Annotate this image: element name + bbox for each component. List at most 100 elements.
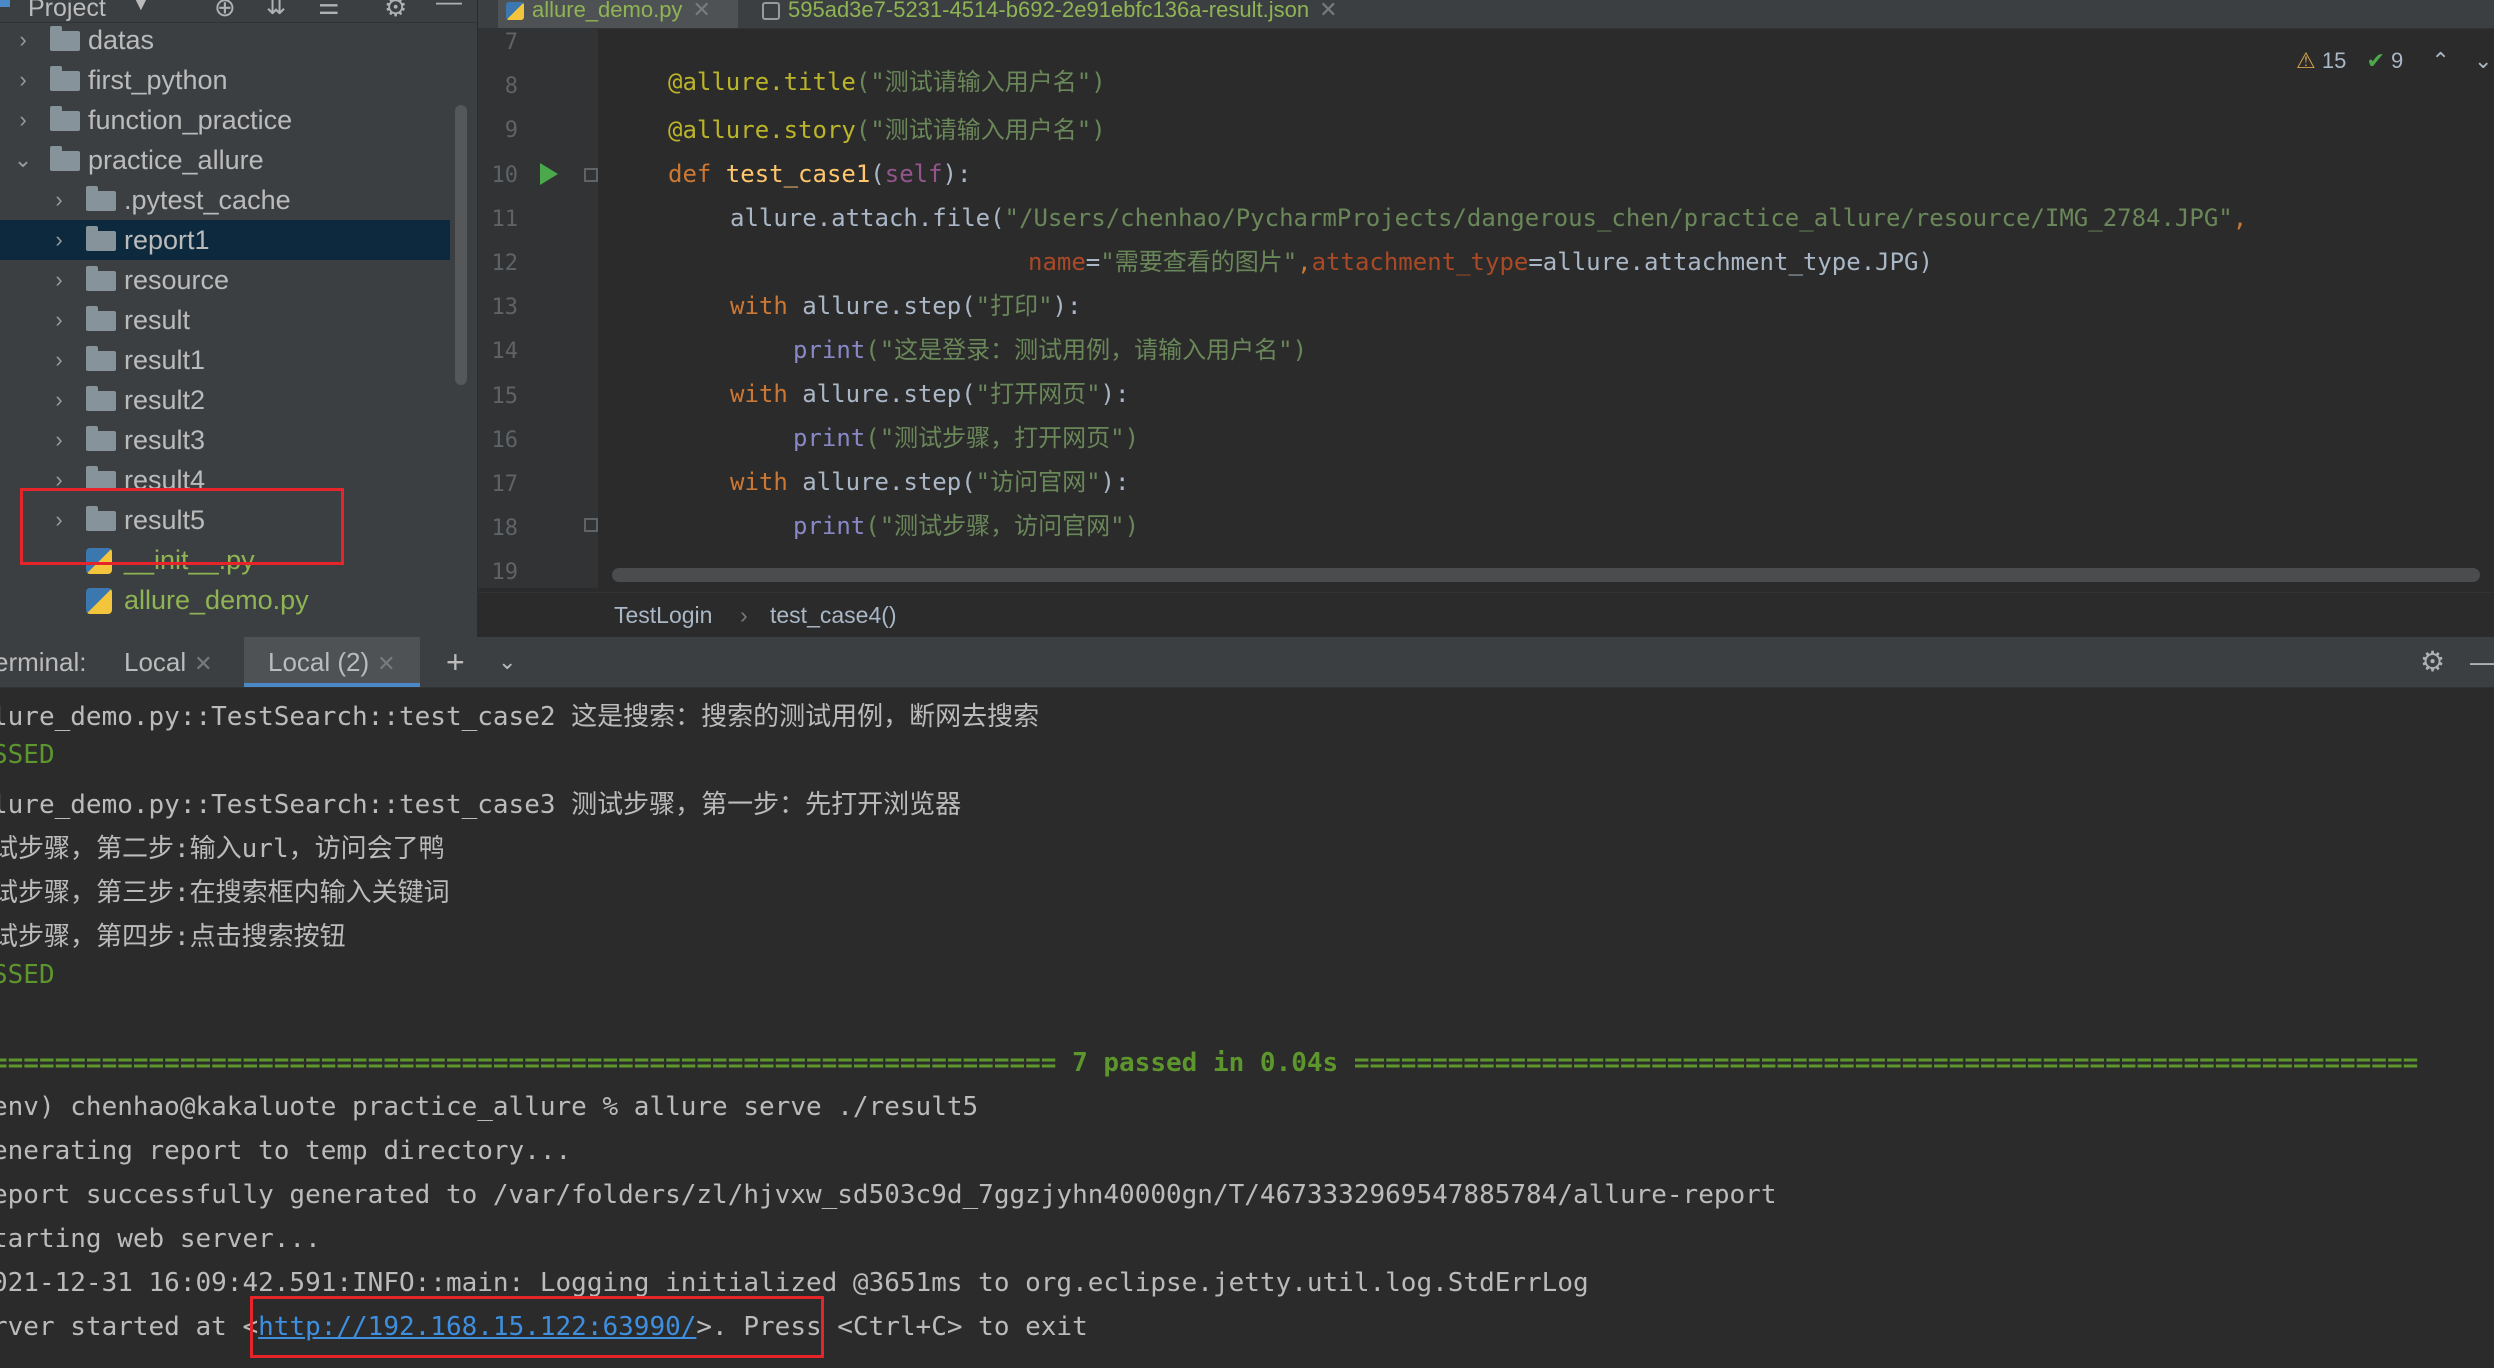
chevron-right-icon[interactable]: › xyxy=(12,20,34,60)
line-number: 10 xyxy=(491,162,519,188)
python-file-icon xyxy=(506,2,524,21)
code-line-12[interactable]: name="需要查看的图片",attachment_type=allure.at… xyxy=(1028,247,1933,277)
chevron-right-icon[interactable]: › xyxy=(12,100,34,140)
folder-icon xyxy=(86,226,116,251)
editor-tab-bar: allure_demo.py ✕ 595ad3e7-5231-4514-b692-… xyxy=(478,0,2494,29)
terminal-line: env) chenhao@kakaluote practice_allure %… xyxy=(0,1092,979,1122)
line-number: 9 xyxy=(504,118,518,144)
collapse-all-icon[interactable]: ☰ xyxy=(318,0,340,21)
chevron-right-icon[interactable]: › xyxy=(48,180,70,220)
line-number: 7 xyxy=(504,30,518,55)
tree-item-label: practice_allure xyxy=(88,145,264,175)
line-number: 19 xyxy=(491,560,519,586)
chevron-down-icon[interactable]: ⌄ xyxy=(2474,48,2492,73)
fold-icon[interactable] xyxy=(584,518,598,532)
chevron-right-icon[interactable]: › xyxy=(48,260,70,300)
tree-item[interactable]: › result xyxy=(0,300,450,340)
warning-count: 15 xyxy=(2321,48,2347,73)
breadcrumb-class[interactable]: TestLogin xyxy=(614,593,712,637)
code-line-9[interactable]: @allure.story("测试请输入用户名") xyxy=(668,115,1106,145)
tree-item[interactable]: › resource xyxy=(0,260,450,300)
line-number: 18 xyxy=(491,516,519,542)
code-line-10[interactable]: def test_case1(self): xyxy=(668,159,971,189)
tree-item[interactable]: › first_python xyxy=(0,60,450,100)
chevron-right-icon[interactable]: › xyxy=(48,420,70,460)
line-number: 14 xyxy=(491,339,519,365)
minimize-icon[interactable]: — xyxy=(2470,637,2494,687)
tree-item[interactable]: allure_demo.py xyxy=(0,580,450,620)
terminal-tab-local-2[interactable]: Local (2) ✕ xyxy=(244,637,420,687)
chevron-right-icon[interactable]: › xyxy=(48,300,70,340)
close-icon[interactable]: ✕ xyxy=(377,651,395,676)
terminal-tab-local[interactable]: Local ✕ xyxy=(112,637,225,687)
check-icon: ✔ xyxy=(2366,48,2385,73)
tree-item[interactable]: › report1 xyxy=(0,220,450,260)
chevron-down-icon[interactable]: ▼ xyxy=(132,0,150,15)
code-line-8[interactable]: @allure.title("测试请输入用户名") xyxy=(668,67,1106,97)
tree-item[interactable]: ⌄ practice_allure xyxy=(0,140,450,180)
folder-icon xyxy=(50,26,80,51)
tree-item[interactable]: › .pytest_cache xyxy=(0,180,450,220)
code-line-13[interactable]: with allure.step("打印"): xyxy=(730,291,1081,321)
tree-item[interactable]: › result1 xyxy=(0,340,450,380)
minimize-icon[interactable]: — xyxy=(436,0,462,17)
chevron-down-icon[interactable]: ⌄ xyxy=(12,140,34,180)
terminal-line: 试步骤，第三步:在搜索框内输入关键词 xyxy=(0,878,450,908)
tab-allure-demo[interactable]: allure_demo.py ✕ xyxy=(498,0,738,28)
terminal-line: 021-12-31 16:09:42.591:INFO::main: Loggi… xyxy=(0,1268,1589,1298)
code-line-14[interactable]: print("这是登录：测试用例，请输入用户名") xyxy=(793,335,1307,365)
close-icon[interactable]: ✕ xyxy=(692,0,710,22)
code-line-18[interactable]: print("测试步骤，访问官网") xyxy=(793,511,1139,541)
folder-icon xyxy=(86,186,116,211)
run-test-icon[interactable] xyxy=(540,163,558,185)
tab-label: 595ad3e7-5231-4514-b692-2e91ebfc136a-res… xyxy=(788,0,1310,22)
line-number: 12 xyxy=(491,251,519,276)
folder-icon xyxy=(86,346,116,371)
chevron-right-icon[interactable]: › xyxy=(48,220,70,260)
code-line-16[interactable]: print("测试步骤，打开网页") xyxy=(793,423,1139,453)
editor-horizontal-scrollbar[interactable] xyxy=(612,568,2480,582)
gear-icon[interactable]: ⚙ xyxy=(2420,637,2445,687)
chevron-right-icon[interactable]: › xyxy=(12,60,34,100)
folder-icon xyxy=(86,386,116,411)
code-line-17[interactable]: with allure.step("访问官网"): xyxy=(730,467,1129,497)
tree-item-label: result2 xyxy=(124,385,206,415)
close-icon[interactable]: ✕ xyxy=(194,651,212,676)
chevron-right-icon[interactable]: › xyxy=(48,380,70,420)
warning-icon: ⚠ xyxy=(2296,48,2316,73)
json-file-icon xyxy=(762,2,780,21)
project-scrollbar[interactable] xyxy=(455,105,467,385)
folder-icon xyxy=(50,66,80,91)
terminal-line: 试步骤，第二步:输入url，访问会了鸭 xyxy=(0,834,445,864)
expand-all-icon[interactable]: ⇊ xyxy=(266,0,286,21)
highlight-box-server-url xyxy=(250,1296,824,1358)
folder-icon xyxy=(50,106,80,131)
project-icon xyxy=(0,0,10,7)
tab-result-json[interactable]: 595ad3e7-5231-4514-b692-2e91ebfc136a-res… xyxy=(754,0,1338,28)
chevron-right-icon[interactable]: › xyxy=(48,340,70,380)
terminal-line: eport successfully generated to /var/fol… xyxy=(0,1180,1777,1210)
folder-icon xyxy=(50,146,80,171)
tree-item[interactable]: › function_practice xyxy=(0,100,450,140)
terminal-header: erminal: Local✕ Local (2)✕ + ⌄ ⚙ — xyxy=(0,637,2494,688)
tree-item[interactable]: › result3 xyxy=(0,420,450,460)
breadcrumb-method[interactable]: test_case4() xyxy=(770,593,897,637)
terminal-line: SSED xyxy=(0,960,55,990)
tree-item-label: function_practice xyxy=(88,105,293,135)
code-line-15[interactable]: with allure.step("打开网页"): xyxy=(730,379,1129,409)
fold-icon[interactable] xyxy=(584,168,598,182)
add-tab-icon[interactable]: + xyxy=(446,637,465,687)
terminal-line: tarting web server... xyxy=(0,1224,321,1254)
inspection-widget[interactable]: ⚠ 15 ✔ 9 ⌃ ⌄ xyxy=(2296,48,2492,74)
close-icon[interactable]: ✕ xyxy=(1319,0,1337,22)
line-number: 8 xyxy=(504,74,518,100)
code-line-11[interactable]: allure.attach.file("/Users/chenhao/Pycha… xyxy=(730,203,2247,233)
chevron-down-icon[interactable]: ⌄ xyxy=(498,637,516,687)
chevron-up-icon[interactable]: ⌃ xyxy=(2431,48,2449,73)
tree-item-label: result xyxy=(124,305,191,335)
terminal-line: ========================================… xyxy=(0,1048,2419,1078)
tree-item[interactable]: › result2 xyxy=(0,380,450,420)
tree-item-label: allure_demo.py xyxy=(124,585,309,615)
highlight-box-result5 xyxy=(20,488,344,565)
tree-item[interactable]: › datas xyxy=(0,20,450,60)
